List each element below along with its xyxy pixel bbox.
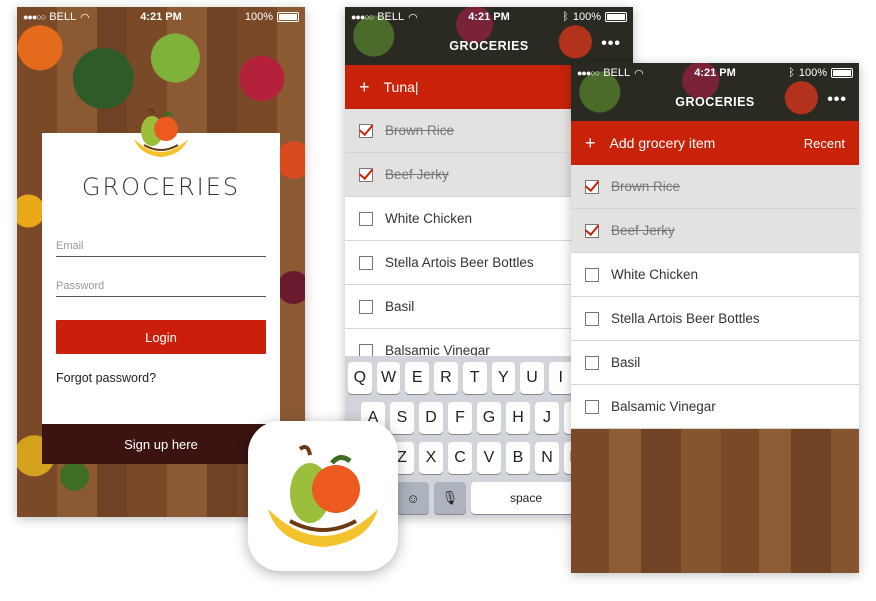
email-field[interactable]: Email — [56, 231, 266, 257]
carrier-label: BELL — [603, 67, 631, 79]
app-icon[interactable] — [248, 421, 398, 571]
key-g[interactable]: G — [477, 402, 501, 434]
battery-icon — [605, 12, 627, 22]
item-label: Stella Artois Beer Bottles — [611, 311, 760, 326]
item-label: White Chicken — [385, 211, 473, 226]
battery-label: 100% — [244, 11, 273, 23]
wifi-icon: ◠ — [634, 67, 644, 80]
page-title: GROCERIES — [675, 95, 755, 109]
battery-label: 100% — [798, 67, 827, 79]
carrier-label: BELL — [377, 11, 405, 23]
wifi-icon: ◠ — [408, 11, 418, 24]
signal-icon: ●●●○○ — [23, 12, 46, 22]
key-t[interactable]: T — [462, 362, 487, 394]
status-bar: ●●●○○ BELL ◠ 4:21 PM 100% — [17, 7, 305, 27]
battery-label: 100% — [572, 11, 601, 23]
checkbox[interactable] — [585, 311, 599, 326]
checkbox[interactable] — [585, 355, 599, 370]
nav-bar: GROCERIES ••• — [571, 83, 859, 121]
forgot-password-link[interactable]: Forgot password? — [56, 371, 156, 385]
signal-icon: ●●●○○ — [351, 12, 374, 22]
checkbox[interactable] — [359, 123, 373, 138]
list-item[interactable]: Beef Jerky — [571, 209, 859, 253]
grocery-list: Brown Rice Beef Jerky White Chicken Stella … — [571, 165, 859, 429]
list-item[interactable]: Stella Artois Beer Bottles — [571, 297, 859, 341]
key-r[interactable]: R — [434, 362, 458, 394]
item-label: Stella Artois Beer Bottles — [385, 255, 534, 270]
emoji-key[interactable]: ☺ — [397, 482, 429, 514]
checkbox[interactable] — [585, 223, 599, 238]
plus-icon: + — [585, 132, 596, 153]
battery-icon — [831, 68, 853, 78]
item-label: Basil — [611, 355, 641, 370]
add-item-label: Add grocery item — [609, 135, 716, 151]
checkbox[interactable] — [359, 211, 373, 226]
key-x[interactable]: X — [419, 442, 443, 474]
signup-button[interactable]: Sign up here — [42, 424, 280, 464]
space-key[interactable]: space — [471, 482, 581, 514]
key-c[interactable]: C — [448, 442, 472, 474]
key-n[interactable]: N — [535, 442, 559, 474]
login-card: GROCERIES Email Password Login Forgot pa… — [42, 108, 280, 433]
checkbox[interactable] — [359, 255, 373, 270]
checkbox[interactable] — [585, 399, 599, 414]
wifi-icon: ◠ — [80, 11, 90, 24]
nav-bar: GROCERIES ••• — [345, 27, 633, 65]
bluetooth-icon: ᛒ — [788, 67, 795, 79]
add-item-bar[interactable]: + Add grocery item Recent — [571, 121, 859, 165]
plus-icon: + — [359, 76, 370, 97]
fruit-logo-icon — [134, 108, 188, 157]
key-j[interactable]: J — [535, 402, 559, 434]
more-icon[interactable]: ••• — [601, 35, 621, 53]
key-d[interactable]: D — [419, 402, 443, 434]
list-item[interactable]: Balsamic Vinegar — [571, 385, 859, 429]
email-placeholder: Email — [56, 240, 84, 252]
signal-icon: ●●●○○ — [577, 68, 600, 78]
checkbox[interactable] — [585, 179, 599, 194]
item-label: Balsamic Vinegar — [611, 399, 716, 414]
key-e[interactable]: E — [405, 362, 430, 394]
item-label: Brown Rice — [385, 123, 455, 138]
key-f[interactable]: F — [448, 402, 472, 434]
more-icon[interactable]: ••• — [827, 91, 847, 109]
key-b[interactable]: B — [506, 442, 530, 474]
item-label: Basil — [385, 299, 415, 314]
status-bar: ●●●○○ BELL ◠ 4:21 PM ᛒ 100% — [345, 7, 633, 27]
list-screen: ●●●○○ BELL ◠ 4:21 PM ᛒ 100% GROCERIES ••… — [571, 63, 859, 573]
item-label: White Chicken — [611, 267, 699, 282]
key-u[interactable]: U — [520, 362, 544, 394]
key-q[interactable]: Q — [347, 362, 372, 394]
key-y[interactable]: Y — [491, 362, 516, 394]
recent-button[interactable]: Recent — [804, 136, 845, 151]
checkbox[interactable] — [359, 299, 373, 314]
bluetooth-icon: ᛒ — [562, 11, 569, 23]
brand-title: GROCERIES — [81, 173, 241, 201]
list-item[interactable]: White Chicken — [571, 253, 859, 297]
password-placeholder: Password — [56, 280, 105, 292]
microphone-icon[interactable]: 🎙 — [434, 482, 466, 514]
item-label: Beef Jerky — [385, 167, 449, 182]
carrier-label: BELL — [49, 11, 77, 23]
fruit-logo-icon — [268, 445, 378, 547]
list-item[interactable]: Basil — [571, 341, 859, 385]
key-i[interactable]: I — [548, 362, 573, 394]
key-s[interactable]: S — [390, 402, 414, 434]
login-button[interactable]: Login — [56, 320, 266, 354]
list-item[interactable]: Brown Rice — [571, 165, 859, 209]
password-field[interactable]: Password — [56, 271, 266, 297]
item-label: Brown Rice — [611, 179, 681, 194]
key-v[interactable]: V — [477, 442, 501, 474]
status-bar: ●●●○○ BELL ◠ 4:21 PM ᛒ 100% — [571, 63, 859, 83]
key-h[interactable]: H — [506, 402, 530, 434]
page-title: GROCERIES — [449, 39, 529, 53]
checkbox[interactable] — [585, 267, 599, 282]
item-label: Beef Jerky — [611, 223, 675, 238]
checkbox[interactable] — [359, 167, 373, 182]
key-w[interactable]: W — [376, 362, 401, 394]
battery-icon — [277, 12, 299, 22]
